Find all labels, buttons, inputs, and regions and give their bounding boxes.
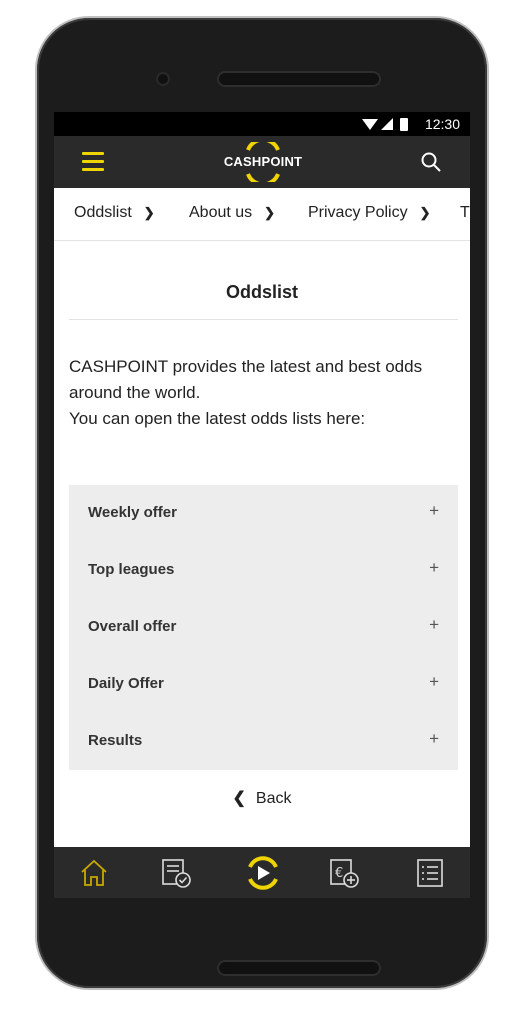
brand-logo[interactable]: CASHPOINT	[220, 142, 306, 182]
status-bar: 12:30	[54, 112, 470, 136]
screen: 12:30 CASHPOINT Oddslist ❯ About us ❯ Priv…	[54, 112, 470, 898]
hamburger-menu-icon[interactable]	[82, 152, 104, 172]
intro-line: You can open the latest odds lists here:	[69, 409, 366, 428]
page-title: Oddslist	[225, 282, 298, 302]
breadcrumb-label: Privacy Policy	[308, 204, 408, 221]
accordion-label: Top leagues	[88, 561, 175, 578]
live-play-icon[interactable]	[243, 853, 283, 893]
breadcrumb-label: Oddslist	[74, 204, 132, 221]
status-time: 12:30	[424, 116, 460, 132]
accordion-item-top-leagues[interactable]: Top leagues +	[69, 542, 458, 599]
intro-text: CASHPOINT provides the latest and best o…	[69, 354, 459, 432]
accordion-item-weekly-offer[interactable]: Weekly offer +	[69, 485, 458, 542]
brand-name: CASHPOINT	[223, 154, 303, 169]
bottom-tab-bar: €	[54, 847, 470, 898]
app-bar: CASHPOINT	[54, 136, 470, 188]
top-speaker	[217, 71, 381, 87]
back-label: Back	[255, 790, 292, 807]
accordion-label: Results	[88, 732, 143, 749]
back-button[interactable]: ❮ Back	[54, 788, 470, 808]
breadcrumb-label: T	[460, 204, 470, 221]
accordion-label: Daily Offer	[88, 675, 164, 692]
title-divider	[69, 319, 458, 320]
breadcrumb-next[interactable]: T	[460, 204, 470, 222]
breadcrumb-privacy-policy[interactable]: Privacy Policy ❯	[308, 204, 430, 222]
svg-text:€: €	[335, 866, 343, 881]
status-icons	[362, 118, 408, 131]
accordion-item-overall-offer[interactable]: Overall offer +	[69, 599, 458, 656]
breadcrumb: Oddslist ❯ About us ❯ Privacy Policy ❯ T	[54, 188, 470, 241]
chevron-right-icon: ❯	[264, 205, 276, 220]
breadcrumb-about-us[interactable]: About us ❯	[189, 204, 275, 222]
list-icon[interactable]	[414, 857, 446, 889]
plus-icon: +	[429, 672, 439, 691]
chevron-right-icon: ❯	[419, 205, 431, 220]
betslip-check-icon[interactable]	[160, 857, 192, 889]
odds-accordion: Weekly offer + Top leagues + Overall off…	[69, 485, 458, 770]
battery-icon	[400, 118, 408, 131]
breadcrumb-label: About us	[189, 204, 253, 221]
deposit-euro-icon[interactable]: €	[328, 857, 360, 889]
home-icon[interactable]	[78, 857, 110, 889]
plus-icon: +	[429, 558, 439, 577]
search-icon[interactable]	[420, 151, 442, 173]
accordion-item-daily-offer[interactable]: Daily Offer +	[69, 656, 458, 713]
plus-icon: +	[429, 615, 439, 634]
plus-icon: +	[429, 501, 439, 520]
wifi-icon	[362, 119, 378, 130]
accordion-item-results[interactable]: Results +	[69, 713, 458, 770]
signal-icon	[381, 118, 393, 130]
plus-icon: +	[429, 729, 439, 748]
breadcrumb-oddslist[interactable]: Oddslist ❯	[74, 204, 155, 222]
front-camera	[156, 72, 170, 86]
chevron-right-icon: ❯	[143, 205, 155, 220]
intro-line: CASHPOINT provides the latest and best o…	[69, 357, 423, 376]
bottom-speaker	[217, 960, 381, 976]
accordion-label: Overall offer	[88, 618, 177, 635]
intro-line: around the world.	[69, 383, 201, 402]
accordion-label: Weekly offer	[88, 504, 177, 521]
chevron-left-icon: ❮	[232, 790, 246, 807]
